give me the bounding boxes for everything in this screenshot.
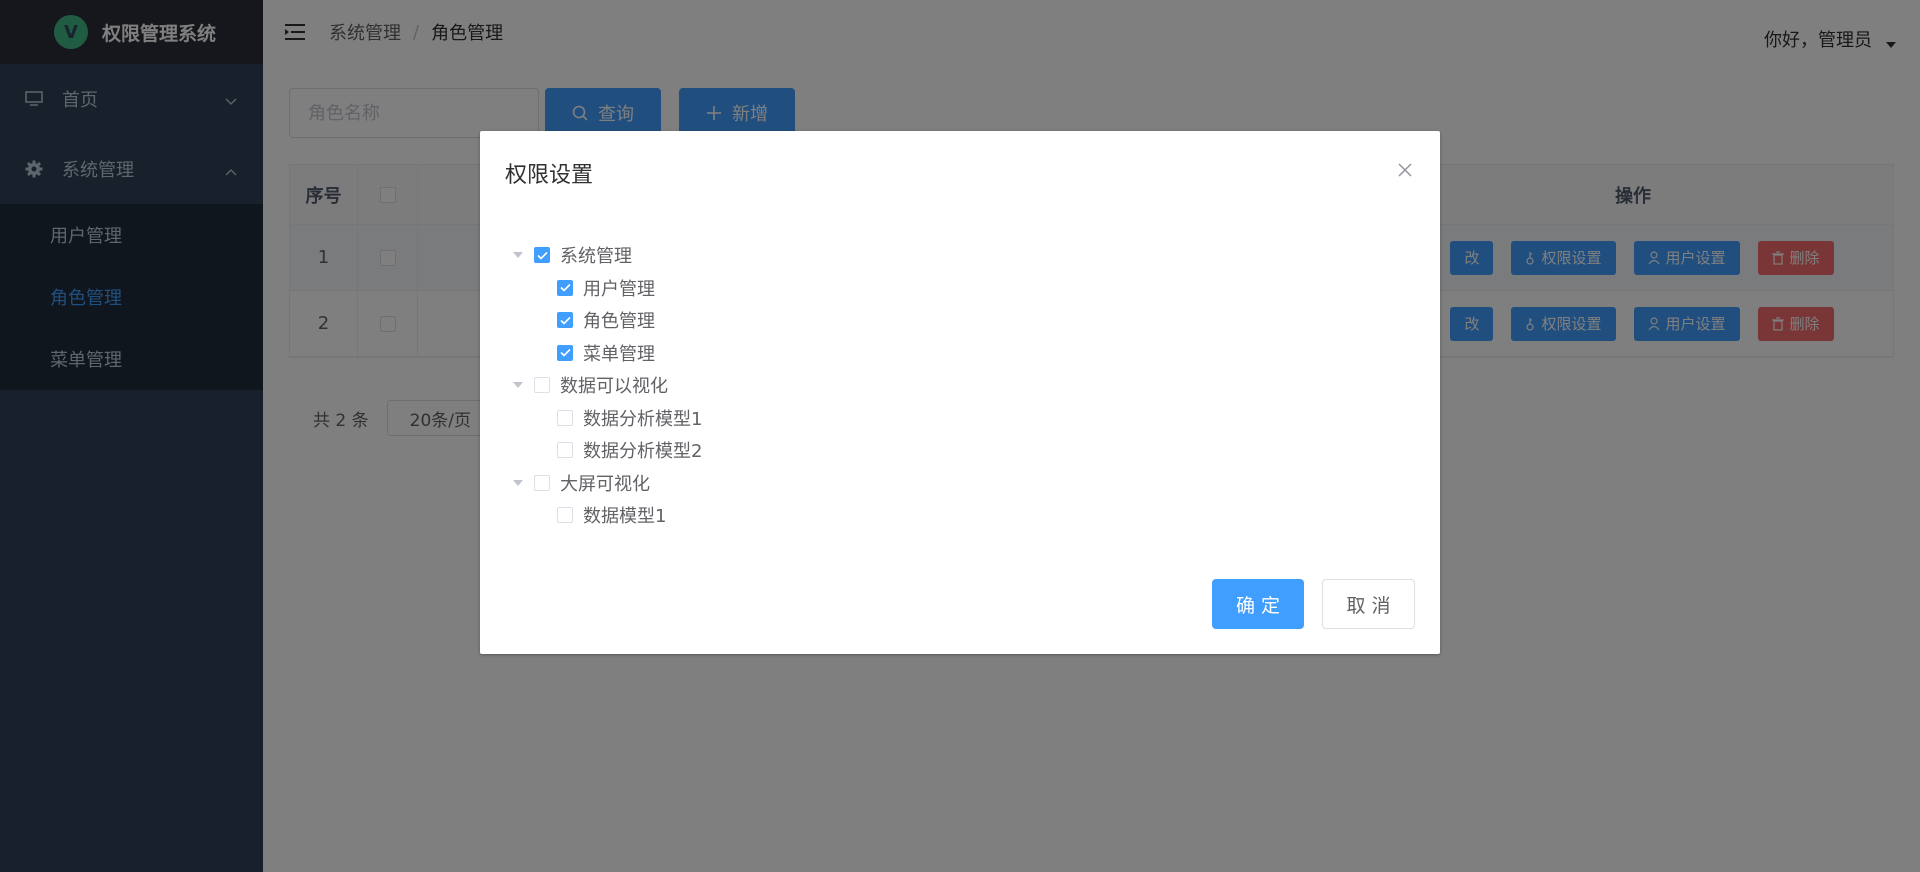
tree-node-label: 数据分析模型1 (583, 408, 703, 430)
tree-node-label: 菜单管理 (583, 343, 655, 365)
tree-checkbox[interactable] (557, 279, 573, 296)
tree-node-label: 数据分析模型2 (583, 441, 703, 463)
tree-checkbox[interactable] (534, 247, 550, 264)
tree-node-model1[interactable]: 数据分析模型1 (510, 402, 702, 435)
tree-checkbox[interactable] (557, 312, 573, 329)
tree-checkbox[interactable] (557, 507, 573, 524)
tree-checkbox[interactable] (557, 344, 573, 361)
dialog-title: 权限设置 (505, 163, 594, 188)
tree-node-label: 用户管理 (583, 278, 655, 300)
caret-down-icon[interactable] (510, 382, 526, 389)
tree-node-data-model1[interactable]: 数据模型1 (510, 499, 702, 532)
tree-checkbox[interactable] (557, 409, 573, 426)
permission-tree: 系统管理 用户管理 角色管理 菜单管理 数据可以视化 数据分析模型1 数据分析模… (510, 239, 702, 532)
cancel-button[interactable]: 取 消 (1322, 579, 1415, 629)
caret-down-icon[interactable] (510, 479, 526, 486)
tree-node-data-vis[interactable]: 数据可以视化 (510, 369, 702, 402)
close-icon[interactable] (1396, 161, 1414, 179)
tree-node-label: 数据模型1 (583, 506, 667, 528)
tree-node-screen-vis[interactable]: 大屏可视化 (510, 467, 702, 500)
tree-checkbox[interactable] (557, 442, 573, 459)
tree-node-label: 大屏可视化 (560, 473, 650, 495)
tree-node-model2[interactable]: 数据分析模型2 (510, 434, 702, 467)
tree-node-system[interactable]: 系统管理 (510, 239, 702, 272)
dialog-footer: 确 定 取 消 (1212, 579, 1415, 629)
tree-checkbox[interactable] (534, 377, 550, 394)
tree-node-label: 角色管理 (583, 311, 655, 333)
tree-node-menus[interactable]: 菜单管理 (510, 337, 702, 370)
caret-down-icon[interactable] (510, 252, 526, 259)
tree-node-label: 系统管理 (560, 246, 632, 268)
tree-checkbox[interactable] (534, 474, 550, 491)
tree-node-roles[interactable]: 角色管理 (510, 304, 702, 337)
tree-node-label: 数据可以视化 (560, 376, 668, 398)
tree-node-users[interactable]: 用户管理 (510, 272, 702, 305)
confirm-button[interactable]: 确 定 (1212, 579, 1304, 629)
permission-dialog: 权限设置 系统管理 用户管理 角色管理 菜单管理 数据可以视化 数据分析模型1 … (480, 131, 1440, 654)
